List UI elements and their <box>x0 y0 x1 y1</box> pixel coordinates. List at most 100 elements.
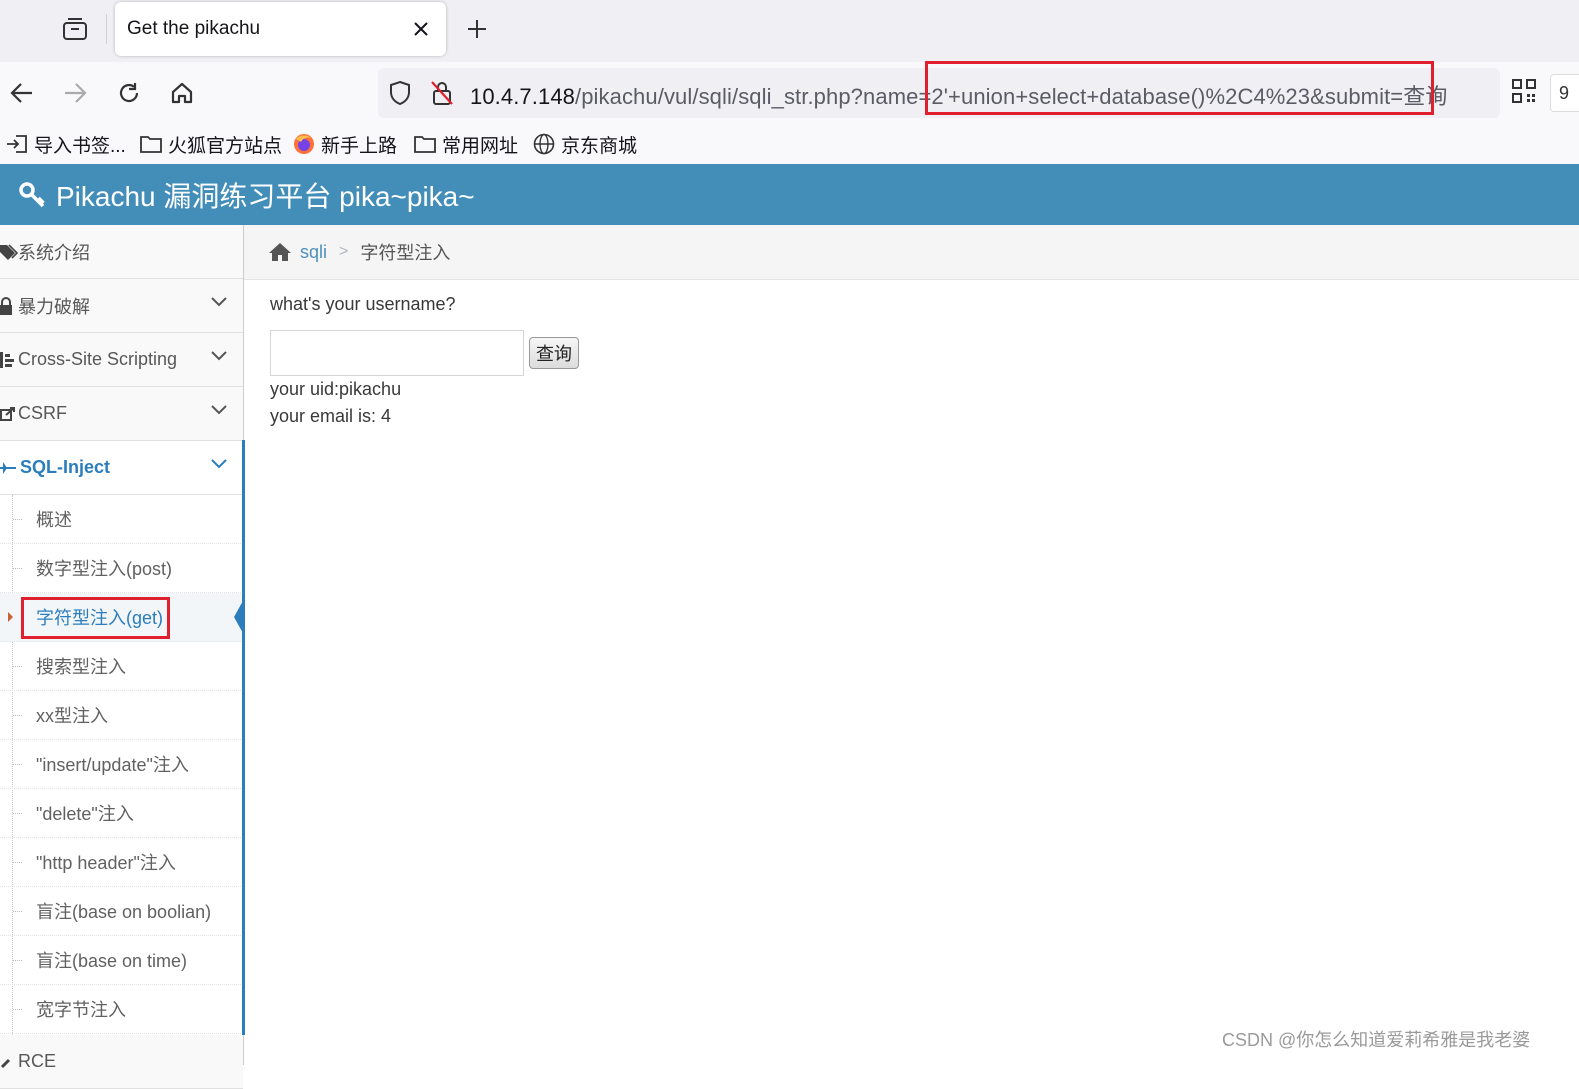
bookmark-import[interactable]: 导入书签... <box>6 130 126 158</box>
bookmark-label: 常用网址 <box>442 135 519 157</box>
lock-icon <box>0 296 18 315</box>
globe-icon <box>533 133 555 155</box>
wrench-icon <box>0 1055 18 1069</box>
submenu-item[interactable]: 概述 <box>0 495 243 544</box>
bookmark-label: 新手上路 <box>321 135 398 157</box>
share-icon <box>0 406 18 422</box>
sidebar-item-sqli[interactable]: SQL-Inject <box>0 441 243 495</box>
reload-button[interactable] <box>111 75 147 111</box>
submenu-item[interactable]: 宽字节注入 <box>0 985 243 1034</box>
sidebar-item-label: 系统介绍 <box>18 242 90 263</box>
caret-right-icon <box>8 612 13 622</box>
submenu-item[interactable]: 数字型注入(post) <box>0 544 243 593</box>
active-tab[interactable]: Get the pikachu <box>115 2 446 56</box>
breadcrumb-current: 字符型注入 <box>360 243 451 263</box>
sidebar-active-indicator <box>242 440 245 1035</box>
sidebar-item-label: 暴力破解 <box>18 296 90 317</box>
submenu-item[interactable]: 盲注(base on time) <box>0 936 243 985</box>
bookmarks-toolbar: 导入书签... 火狐官方站点 新手上路 常用网址 京东商城 <box>0 124 1579 164</box>
breadcrumb: sqli > 字符型注入 <box>244 225 1579 280</box>
submenu-item-label: 宽字节注入 <box>36 1000 126 1020</box>
watermark: CSDN @你怎么知道爱莉希雅是我老婆 <box>1222 1030 1531 1050</box>
bookmark-getting-started[interactable]: 新手上路 <box>293 130 397 158</box>
tabs-tray-icon <box>63 18 87 40</box>
url-annotation-box <box>925 61 1434 115</box>
submenu-item-label: "http header"注入 <box>36 853 176 873</box>
site-header: Pikachu 漏洞练习平台 pika~pika~ <box>0 164 1579 225</box>
submenu-item-label: xx型注入 <box>36 706 108 726</box>
query-button[interactable]: 查询 <box>529 337 579 369</box>
submenu-item[interactable]: "insert/update"注入 <box>0 740 243 789</box>
submenu-item-label: "insert/update"注入 <box>36 755 189 775</box>
submenu-item-label: 盲注(base on time) <box>36 951 188 971</box>
arrow-right-icon <box>65 83 87 103</box>
bookmark-label: 京东商城 <box>561 135 638 157</box>
breadcrumb-separator: > <box>339 243 349 260</box>
sidebar-item-label: CSRF <box>18 403 67 423</box>
sidebar-item-intro[interactable]: 系统介绍 <box>0 225 243 279</box>
submenu-item-label: "delete"注入 <box>36 804 134 824</box>
bookmark-common-sites[interactable]: 常用网址 <box>414 130 518 158</box>
username-input[interactable] <box>270 330 524 376</box>
bookmark-label: 导入书签... <box>34 135 126 157</box>
sidebar-item-label: SQL-Inject <box>20 457 111 477</box>
breadcrumb-link-sqli[interactable]: sqli <box>300 242 327 263</box>
submenu-item-label: 数字型注入(post) <box>36 559 173 579</box>
tab-manager-button[interactable] <box>52 8 98 50</box>
forward-button[interactable] <box>57 75 93 111</box>
tab-close-button[interactable] <box>408 16 434 42</box>
reload-icon <box>119 83 139 103</box>
tab-bar: Get the pikachu <box>0 0 1579 62</box>
sidebar-item-csrf[interactable]: CSRF <box>0 387 243 441</box>
chevron-down-icon <box>211 351 227 361</box>
submenu-item[interactable]: 盲注(base on boolian) <box>0 887 243 936</box>
chevron-down-icon <box>211 405 227 415</box>
bookmark-label: 火狐官方站点 <box>168 135 283 157</box>
submenu-item[interactable]: "http header"注入 <box>0 838 243 887</box>
result-uid: your uid:pikachu <box>270 379 402 399</box>
submenu-item-label: 搜索型注入 <box>36 657 126 677</box>
close-icon <box>414 22 428 36</box>
extension-button[interactable]: 9 <box>1550 74 1579 112</box>
submenu-item[interactable]: 搜索型注入 <box>0 642 243 691</box>
site-title: Pikachu 漏洞练习平台 pika~pika~ <box>56 180 475 212</box>
sidebar-item-bruteforce[interactable]: 暴力破解 <box>0 279 243 333</box>
firefox-icon <box>294 134 314 154</box>
submenu-item-label: 概述 <box>36 510 72 530</box>
submenu-item[interactable]: "delete"注入 <box>0 789 243 838</box>
bookmark-firefox-site[interactable]: 火狐官方站点 <box>140 130 282 158</box>
sidebar: 系统介绍 暴力破解 Cross-Site Scripting CSRF SQL-… <box>0 225 244 1089</box>
list-icon <box>0 351 18 369</box>
sidebar-item-label: RCE <box>18 1051 57 1071</box>
qr-code-icon[interactable] <box>1508 75 1540 107</box>
plus-icon <box>468 20 486 38</box>
submenu-item-label: 盲注(base on boolian) <box>36 902 212 922</box>
plane-icon <box>0 460 18 476</box>
back-button[interactable] <box>4 75 40 111</box>
folder-icon <box>414 136 436 153</box>
chevron-down-icon <box>211 459 227 469</box>
insecure-lock-icon[interactable] <box>430 80 454 106</box>
home-icon <box>171 82 193 104</box>
key-icon <box>19 181 45 207</box>
shield-icon[interactable] <box>388 80 412 106</box>
home-icon[interactable] <box>268 242 292 262</box>
sidebar-item-rce[interactable]: RCE <box>0 1035 243 1089</box>
home-button[interactable] <box>164 75 200 111</box>
submenu-annotation-box <box>21 597 170 639</box>
result-email: your email is: 4 <box>270 406 392 426</box>
new-tab-button[interactable] <box>462 14 492 44</box>
folder-icon <box>140 136 162 153</box>
submenu-item[interactable]: xx型注入 <box>0 691 243 740</box>
bookmark-jd[interactable]: 京东商城 <box>533 130 637 158</box>
tab-title: Get the pikachu <box>127 18 261 39</box>
sidebar-item-label: Cross-Site Scripting <box>18 349 178 369</box>
chevron-down-icon <box>211 297 227 307</box>
sidebar-item-xss[interactable]: Cross-Site Scripting <box>0 333 243 387</box>
import-icon <box>7 135 27 153</box>
tab-separator <box>106 14 107 44</box>
sqli-submenu: 概述 数字型注入(post) 字符型注入(get) 搜索型注入 xx型注入 "i… <box>0 495 244 1035</box>
tags-icon <box>0 243 18 261</box>
arrow-left-icon <box>10 83 32 103</box>
username-prompt: what's your username? <box>270 294 456 314</box>
